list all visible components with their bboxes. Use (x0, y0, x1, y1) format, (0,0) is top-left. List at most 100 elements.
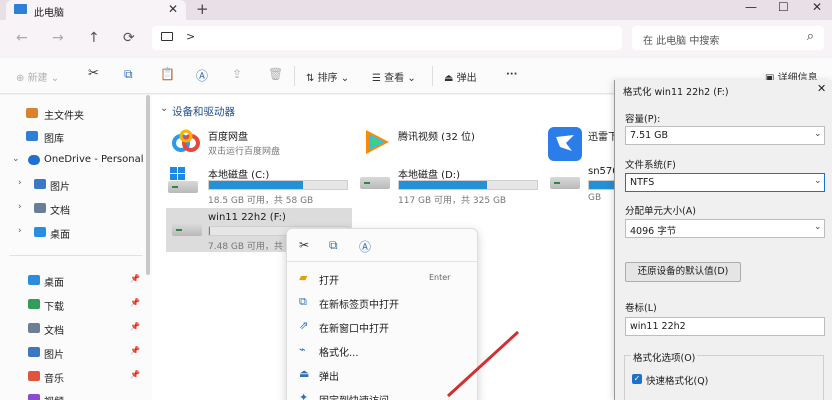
sidebar-item-pictures[interactable]: › 图片 (0, 174, 146, 196)
refresh-button[interactable]: ⟳ (123, 30, 135, 46)
volume-label-input[interactable]: win11 22h2 (625, 317, 825, 336)
drive-usage-fill (209, 181, 303, 189)
sidebar-item-pinned-videos[interactable]: 视频 (0, 389, 146, 400)
volume-label-value: win11 22h2 (630, 321, 686, 332)
capacity-value: 7.51 GB (630, 130, 669, 141)
sidebar-item-label: 文档 (50, 206, 70, 217)
section-collapse-icon[interactable]: ⌄ (160, 103, 168, 114)
sidebar-item-pinned-downloads[interactable]: 下载 📌 (0, 294, 146, 316)
chevron-down-icon[interactable]: ⌄ (12, 154, 20, 164)
sidebar-item-pinned-music[interactable]: 音乐 📌 (0, 366, 146, 388)
maximize-button[interactable]: ☐ (778, 0, 789, 14)
sidebar-item-documents[interactable]: › 文档 (0, 198, 146, 220)
cut-icon[interactable]: ✂ (88, 66, 99, 81)
app-tile-baidu[interactable]: 百度网盘 双击运行百度网盘 (168, 125, 358, 163)
quick-format-checkbox[interactable]: ✓ (632, 374, 642, 384)
new-tab-icon: ⧉ (299, 295, 307, 308)
cut-icon[interactable]: ✂ (299, 238, 309, 252)
eject-icon: ⏏ (444, 73, 457, 84)
back-button[interactable]: ← (16, 30, 28, 46)
search-placeholder: 在 此电脑 中搜索 (643, 36, 720, 47)
filesystem-select[interactable]: NTFS ⌄ (625, 173, 825, 192)
drive-name: 本地磁盘 (C:) (208, 170, 270, 181)
address-bar[interactable]: > (152, 26, 622, 50)
rename-icon[interactable]: Ⓐ (359, 238, 371, 255)
app-tile-xunlei[interactable]: 迅雷下 (544, 125, 614, 163)
desktop-icon (28, 275, 40, 285)
computer-icon (14, 4, 27, 14)
sidebar-item-gallery[interactable]: 图库 (0, 126, 146, 148)
chevron-right-icon[interactable]: › (18, 202, 22, 212)
forward-button[interactable]: → (52, 30, 64, 46)
allocation-size-label: 分配单元大小(A) (625, 206, 696, 217)
this-pc-icon (161, 32, 173, 41)
app-name: 腾讯视频 (32 位) (398, 132, 475, 143)
drive-tile-sn570[interactable]: sn570 GB (544, 163, 614, 203)
rename-icon[interactable]: Ⓐ (196, 67, 208, 84)
delete-icon[interactable]: 🗑 (268, 67, 283, 81)
copy-icon[interactable]: ⧉ (329, 238, 338, 253)
view-button[interactable]: ☰ 查看 ⌄ (372, 69, 416, 84)
paste-icon[interactable]: 📋 (160, 67, 175, 81)
app-tile-tencent-video[interactable]: 腾讯视频 (32 位) (358, 125, 538, 163)
app-name: 迅雷下 (588, 132, 614, 143)
menu-item-open-new-tab[interactable]: ⧉ 在新标签页中打开 (287, 291, 477, 313)
menu-item-label: 在新标签页中打开 (319, 300, 399, 311)
chevron-right-icon[interactable]: › (18, 178, 22, 188)
breadcrumb-chevron-icon[interactable]: > (186, 30, 195, 43)
restore-defaults-button[interactable]: 还原设备的默认值(D) (625, 262, 741, 282)
pin-icon[interactable]: 📌 (130, 322, 140, 331)
minimize-button[interactable]: — (745, 0, 757, 14)
up-button[interactable]: ↑ (88, 30, 100, 46)
tab-label: 此电脑 (34, 8, 64, 19)
share-icon[interactable]: ⇪ (232, 67, 242, 81)
sidebar-item-onedrive[interactable]: ⌄ OneDrive - Personal (0, 150, 146, 172)
sidebar-item-desktop[interactable]: › 桌面 (0, 222, 146, 244)
drive-tile-d[interactable]: 本地磁盘 (D:) 117 GB 可用，共 325 GB (358, 163, 548, 206)
copy-icon[interactable]: ⧉ (124, 67, 133, 82)
pin-icon[interactable]: 📌 (130, 346, 140, 355)
capacity-select[interactable]: 7.51 GB ⌄ (625, 126, 825, 145)
sidebar-item-home[interactable]: 主文件夹 (0, 103, 146, 125)
close-window-button[interactable]: ✕ (812, 0, 822, 14)
menu-divider (287, 261, 477, 262)
sidebar-item-pinned-documents[interactable]: 文档 📌 (0, 318, 146, 340)
search-input[interactable]: 在 此电脑 中搜索 ⌕ (632, 26, 824, 50)
pin-icon[interactable]: 📌 (130, 274, 140, 283)
drive-usage-bar (588, 180, 614, 190)
chevron-down-icon: ⌄ (814, 222, 822, 232)
drive-tile-c[interactable]: 本地磁盘 (C:) 18.5 GB 可用，共 58 GB (166, 163, 356, 206)
pin-icon[interactable]: 📌 (130, 370, 140, 379)
allocation-size-select[interactable]: 4096 字节 ⌄ (625, 219, 825, 238)
dialog-close-button[interactable]: ✕ (817, 82, 826, 95)
menu-item-label: 打开 (319, 276, 339, 287)
home-icon (26, 108, 38, 118)
cloud-icon (28, 155, 40, 165)
eject-label: 弹出 (456, 73, 477, 84)
tab-this-pc[interactable]: 此电脑 ✕ (6, 0, 186, 20)
annotation-arrow (446, 330, 520, 398)
format-options-label: 格式化选项(O) (631, 350, 698, 364)
sort-button[interactable]: ⇅ 排序 ⌄ (306, 69, 349, 84)
more-options-button[interactable]: ··· (506, 69, 517, 80)
new-window-icon: ⇗ (299, 319, 309, 332)
new-tab-button[interactable]: + (196, 0, 209, 18)
close-tab-icon[interactable]: ✕ (168, 2, 178, 16)
allocation-size-value: 4096 字节 (630, 226, 677, 237)
drive-free-space: GB (588, 193, 602, 203)
format-icon: ⌁ (299, 343, 306, 356)
pictures-icon (28, 347, 40, 357)
drive-usage-fill (589, 181, 614, 189)
eject-button[interactable]: ⏏ 弹出 (444, 69, 477, 84)
menu-item-label: 弹出 (319, 372, 339, 383)
hard-drive-icon (360, 177, 390, 189)
sidebar-item-pinned-desktop[interactable]: 桌面 📌 (0, 270, 146, 292)
sidebar-item-pinned-pictures[interactable]: 图片 📌 (0, 342, 146, 364)
search-icon[interactable]: ⌕ (807, 29, 814, 44)
new-button[interactable]: ⊕ 新建 ⌄ (16, 69, 59, 84)
pin-icon[interactable]: 📌 (130, 298, 140, 307)
chevron-right-icon[interactable]: › (18, 226, 22, 236)
sidebar-scrollbar[interactable] (146, 95, 150, 275)
menu-item-open[interactable]: ▰ 打开 Enter (287, 267, 477, 289)
view-label: 查看 (384, 73, 405, 84)
